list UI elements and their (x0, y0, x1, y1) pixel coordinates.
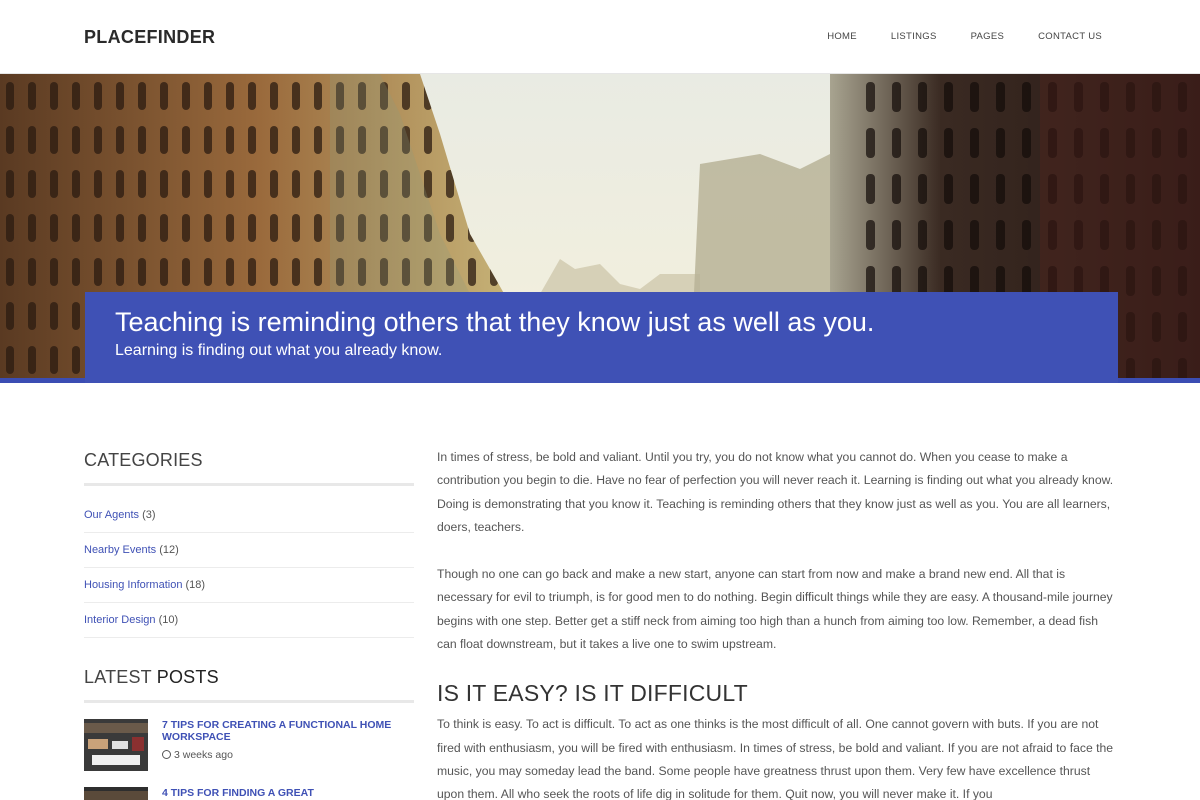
category-count: (12) (159, 544, 179, 556)
category-link-our-agents[interactable]: Our Agents (84, 509, 139, 521)
main-nav: HOME LISTINGS PAGES CONTACT US (793, 31, 1102, 42)
post-item[interactable]: 7 TIPS FOR CREATING A FUNCTIONAL HOME WO… (84, 719, 414, 771)
category-count: (3) (142, 509, 156, 521)
post-info: 4 TIPS FOR FINDING A GREAT ACCOMMODATION (162, 787, 402, 800)
category-item: Housing Information (18) (84, 568, 414, 603)
nav-listings[interactable]: LISTINGS (891, 31, 937, 42)
nav-home[interactable]: HOME (827, 31, 857, 42)
post-meta: 3 weeks ago (162, 749, 402, 761)
post-thumbnail[interactable] (84, 719, 148, 771)
post-item[interactable]: 4 TIPS FOR FINDING A GREAT ACCOMMODATION (84, 787, 414, 800)
post-title-link[interactable]: 7 TIPS FOR CREATING A FUNCTIONAL HOME WO… (162, 719, 402, 743)
sidebar: CATEGORIES Our Agents (3) Nearby Events … (84, 450, 414, 800)
hero-subquote: Learning is finding out what you already… (115, 342, 443, 359)
nav-contact-us[interactable]: CONTACT US (1038, 31, 1102, 42)
categories-title: CATEGORIES (84, 450, 414, 486)
content-paragraph: To think is easy. To act is difficult. T… (437, 717, 1114, 800)
site-logo[interactable]: PLACEFINDER (84, 27, 215, 48)
content-paragraph: In times of stress, be bold and valiant.… (437, 450, 1114, 534)
category-link-housing-information[interactable]: Housing Information (84, 579, 182, 591)
content-paragraph: Though no one can go back and make a new… (437, 567, 1113, 652)
latest-posts-title-a: LATEST (84, 667, 152, 687)
category-link-interior-design[interactable]: Interior Design (84, 614, 156, 626)
hero-quote-box: Teaching is reminding others that they k… (85, 292, 1118, 383)
clock-icon (162, 750, 171, 759)
content-heading: IS IT EASY? IS IT DIFFICULT (437, 680, 748, 707)
category-item: Nearby Events (12) (84, 533, 414, 568)
category-count: (10) (158, 614, 179, 626)
category-item: Our Agents (3) (84, 498, 414, 533)
post-date: 3 weeks ago (174, 749, 233, 761)
main-content: In times of stress, be bold and valiant.… (437, 446, 1117, 800)
post-title-link[interactable]: 4 TIPS FOR FINDING A GREAT ACCOMMODATION (162, 787, 402, 800)
category-link-nearby-events[interactable]: Nearby Events (84, 544, 156, 556)
category-item: Interior Design (10) (84, 603, 414, 638)
category-list: Our Agents (3) Nearby Events (12) Housin… (84, 498, 414, 638)
post-thumbnail[interactable] (84, 787, 148, 800)
latest-posts-title-b: POSTS (156, 667, 219, 687)
nav-pages[interactable]: PAGES (971, 31, 1005, 42)
hero-quote: Teaching is reminding others that they k… (115, 307, 875, 337)
category-count: (18) (185, 579, 206, 591)
latest-posts-title: LATEST POSTS (84, 667, 414, 703)
post-info: 7 TIPS FOR CREATING A FUNCTIONAL HOME WO… (162, 719, 402, 771)
site-header: PLACEFINDER HOME LISTINGS PAGES CONTACT … (0, 0, 1200, 74)
